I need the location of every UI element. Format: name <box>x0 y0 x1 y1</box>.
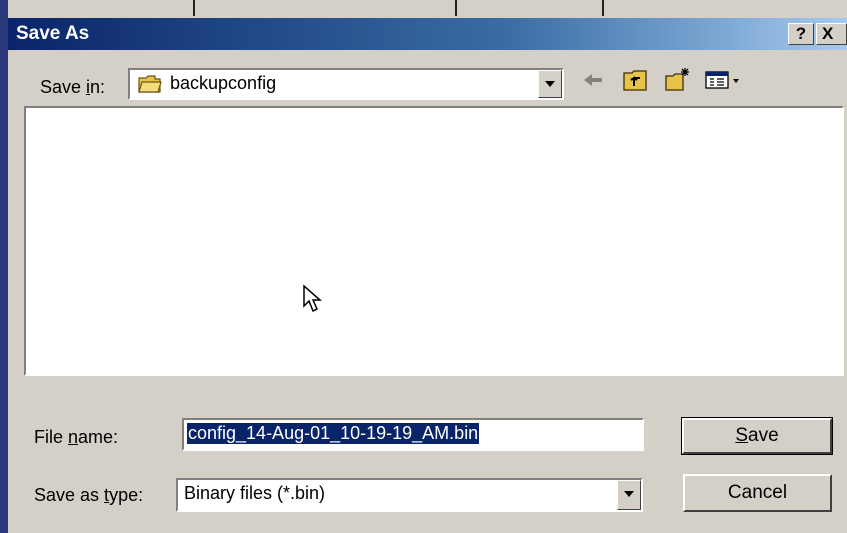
file-name-input[interactable]: config_14-Aug-01_10-19-19_AM.bin <box>182 418 644 451</box>
cancel-button[interactable]: Cancel <box>683 474 832 512</box>
save-in-dropdown[interactable]: backupconfig <box>128 68 564 100</box>
dialog-title: Save As <box>16 23 90 44</box>
close-icon: X <box>822 24 834 43</box>
views-menu-icon[interactable] <box>704 66 744 94</box>
background-tab <box>0 0 195 16</box>
file-name-label: File name: <box>34 427 119 447</box>
save-in-value: backupconfig <box>170 73 277 93</box>
save-as-type-dropdown[interactable]: Binary files (*.bin) <box>176 478 643 512</box>
save-in-dropdown-button[interactable] <box>538 70 562 98</box>
save-in-label: Save in: <box>40 77 106 97</box>
save-button[interactable]: Save <box>681 417 833 455</box>
save-as-type-value: Binary files (*.bin) <box>184 483 326 503</box>
background-tab <box>193 0 457 16</box>
background-tab <box>455 0 604 16</box>
folder-icon <box>138 75 162 93</box>
file-name-value: config_14-Aug-01_10-19-19_AM.bin <box>187 423 480 444</box>
close-button[interactable]: X <box>816 23 847 45</box>
desktop-edge <box>0 0 8 533</box>
title-bar[interactable]: Save As ? X <box>8 18 847 50</box>
new-folder-icon[interactable] <box>664 66 692 94</box>
file-list[interactable] <box>24 106 844 376</box>
save-as-type-label: Save as type: <box>34 485 144 505</box>
save-as-type-dropdown-button[interactable] <box>617 480 641 510</box>
mouse-cursor-icon <box>303 284 322 313</box>
help-button[interactable]: ? <box>788 23 814 45</box>
background-window-strip <box>0 0 847 18</box>
help-icon: ? <box>795 24 807 43</box>
back-arrow-icon[interactable] <box>580 66 608 94</box>
up-folder-icon[interactable] <box>622 66 650 94</box>
